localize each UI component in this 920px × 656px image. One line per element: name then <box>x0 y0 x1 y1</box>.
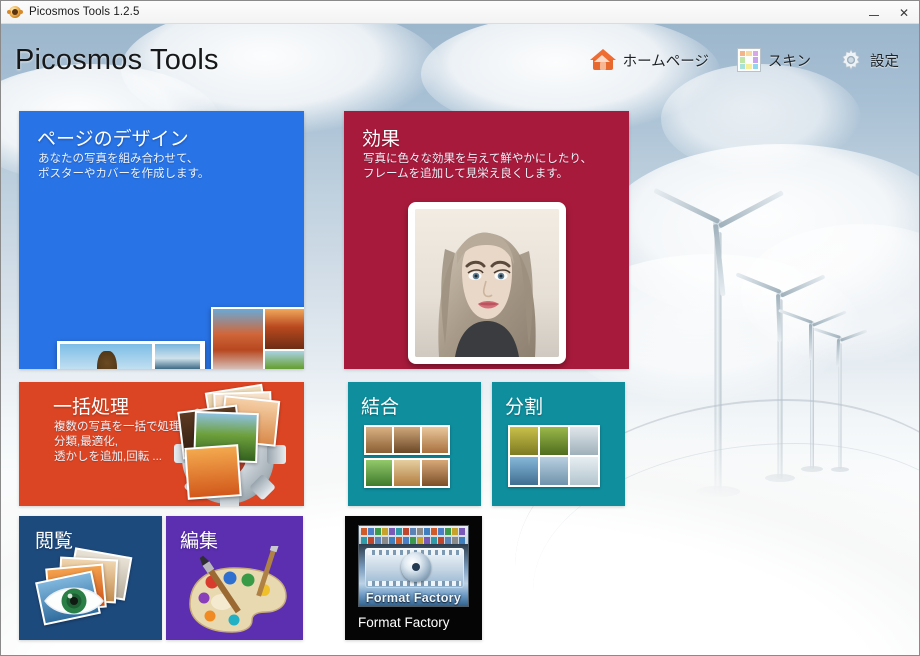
tile-batch-title: 一括処理 <box>53 397 130 418</box>
tile-format-factory[interactable]: Format Factory Format Factory <box>345 516 482 640</box>
toolbar-pixel-icon <box>416 537 423 544</box>
toolbar-pixel-icon <box>395 537 402 544</box>
toolbar-pixel-icon <box>381 537 388 544</box>
toolbar-pixel-icon <box>423 528 430 535</box>
tile-browse-title: 閲覧 <box>35 531 74 552</box>
portrait-photo-card <box>408 202 566 364</box>
settings-label: 設定 <box>870 53 899 70</box>
toolbar-pixel-icon <box>437 528 444 535</box>
toolbar-pixel-icon <box>451 537 458 544</box>
close-icon: ✕ <box>898 5 910 20</box>
collage-artwork <box>57 341 205 369</box>
window-controls: ✕ <box>859 1 919 23</box>
tile-effects[interactable]: 効果 写真に色々な効果を与えて鮮やかにしたり、 フレームを追加して見栄え良くしま… <box>344 111 629 369</box>
combine-artwork-row <box>364 458 450 488</box>
close-button[interactable]: ✕ <box>889 1 919 24</box>
format-factory-thumbnail: Format Factory <box>358 525 469 607</box>
skin-label: スキン <box>767 53 811 70</box>
skin-swatch <box>739 63 746 69</box>
toolbar-pixel-icon <box>451 528 458 535</box>
skin-swatch <box>739 57 746 63</box>
toolbar-pixel-icon <box>374 528 381 535</box>
toolbar-pixel-icon <box>430 537 437 544</box>
skin-swatch <box>752 63 758 69</box>
palette-artwork <box>182 535 294 636</box>
portrait-photo <box>415 209 559 357</box>
tile-split-title: 分割 <box>505 397 544 418</box>
toolbar-pixel-icon <box>409 537 416 544</box>
app-window: Picosmos Tools 1.2.5 ✕ Picosmos Tools ホー… <box>0 0 920 656</box>
tile-effects-desc: 写真に色々な効果を与えて鮮やかにしたり、 フレームを追加して見栄え良くします。 <box>363 153 592 180</box>
tile-combine-title: 結合 <box>361 397 400 418</box>
tile-split[interactable]: 分割 <box>492 382 625 506</box>
skin-swatch <box>752 57 758 63</box>
minimize-button[interactable] <box>859 1 889 24</box>
tile-combine[interactable]: 結合 <box>348 382 481 506</box>
format-factory-toolbar-strip <box>359 526 468 544</box>
toolbar-pixel-icon <box>367 537 374 544</box>
toolbar-pixel-icon <box>388 537 395 544</box>
skin-swatch <box>746 57 752 63</box>
settings-button[interactable]: 設定 <box>835 45 903 75</box>
combine-artwork-row <box>364 425 450 455</box>
homepage-button[interactable]: ホームページ <box>586 45 713 75</box>
tile-batch-desc: 複数の写真を一括で処理 分類,最適化, 透かしを追加,回転 ... <box>54 421 181 463</box>
toolbar-pixel-icon <box>423 537 430 544</box>
disc-icon <box>401 552 431 582</box>
gear-icon <box>839 48 863 72</box>
home-icon <box>589 48 616 72</box>
skin-swatch <box>746 51 752 57</box>
tile-page-design[interactable]: ページのデザイン あなたの写真を組み合わせて、 ポスターやカバーを作成します。 <box>19 111 304 369</box>
toolbar-pixel-icon <box>367 528 374 535</box>
homepage-label: ホームページ <box>622 53 709 70</box>
toolbar-pixel-icon <box>444 528 451 535</box>
toolbar-pixel-icon <box>381 528 388 535</box>
browse-artwork <box>35 547 149 632</box>
skin-swatch <box>746 63 752 69</box>
tile-edit[interactable]: 編集 <box>166 516 303 640</box>
toolbar-pixel-icon <box>458 528 465 535</box>
toolbar-pixel-icon <box>360 537 367 544</box>
toolbar-pixel-icon <box>416 528 423 535</box>
toolbar-pixel-icon <box>402 528 409 535</box>
toolbar-pixel-icon <box>395 528 402 535</box>
eye-icon <box>43 580 105 620</box>
window-title-bar: Picosmos Tools 1.2.5 ✕ <box>1 1 919 24</box>
tile-effects-title: 効果 <box>362 129 401 150</box>
tile-page-design-title: ページのデザイン <box>37 129 189 150</box>
toolbar-pixel-icon <box>458 537 465 544</box>
collage-artwork <box>211 307 304 369</box>
toolbar-pixel-icon <box>388 528 395 535</box>
toolbar-pixel-icon <box>430 528 437 535</box>
tile-page-design-desc: あなたの写真を組み合わせて、 ポスターやカバーを作成します。 <box>38 153 210 180</box>
tile-browse[interactable]: 閲覧 <box>19 516 162 640</box>
skin-swatch <box>739 51 746 57</box>
app-header: Picosmos Tools ホームページ スキン 設定 <box>1 24 919 96</box>
format-factory-brand-text: Format Factory <box>365 591 462 605</box>
toolbar-pixel-icon <box>444 537 451 544</box>
format-factory-caption: Format Factory <box>358 615 450 630</box>
toolbar-pixel-icon <box>409 528 416 535</box>
toolbar-pixel-icon <box>437 537 444 544</box>
tile-batch-process[interactable]: 一括処理 複数の写真を一括で処理 分類,最適化, 透かしを追加,回転 ... <box>19 382 304 506</box>
toolbar-pixel-icon <box>374 537 381 544</box>
cloud-decoration <box>741 224 919 364</box>
picosmos-icon <box>7 4 23 20</box>
split-artwork <box>508 425 600 487</box>
toolbar-pixel-icon <box>402 537 409 544</box>
toolbar-pixel-icon <box>360 528 367 535</box>
page-title: Picosmos Tools <box>15 43 219 76</box>
minimize-icon <box>869 14 879 16</box>
cloud-decoration <box>601 144 919 324</box>
main-stage: Picosmos Tools ホームページ スキン 設定 ページのデザイン あな… <box>1 24 919 655</box>
gear-photos-artwork <box>164 383 296 506</box>
skin-icon <box>736 48 761 72</box>
skin-swatch <box>752 51 758 57</box>
skin-button[interactable]: スキン <box>733 45 815 75</box>
header-actions: ホームページ スキン 設定 <box>586 45 903 75</box>
window-title: Picosmos Tools 1.2.5 <box>29 6 140 18</box>
